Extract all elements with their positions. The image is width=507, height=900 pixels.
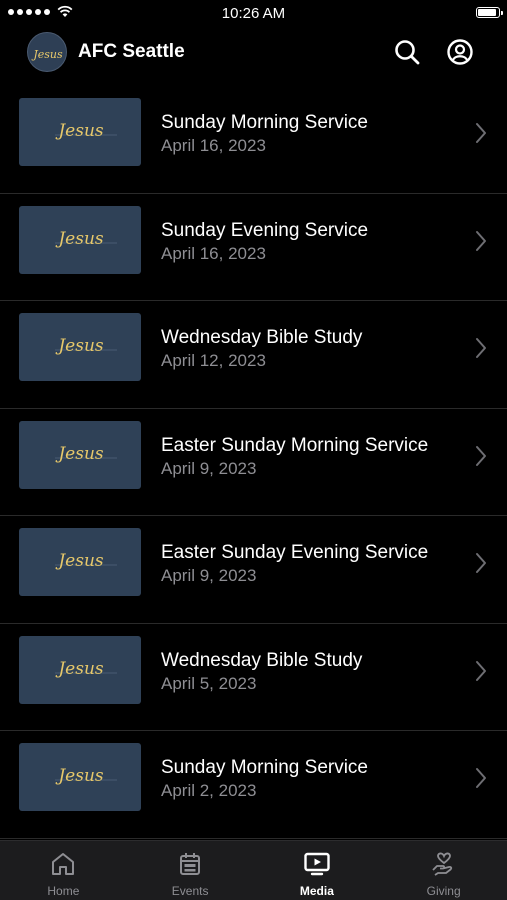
giving-icon xyxy=(431,852,452,876)
thumbnail-script-text: Jesus xyxy=(55,551,104,571)
media-list-item[interactable]: Jesus Sunday Evening Service April 16, 202… xyxy=(0,194,507,301)
tab-media[interactable]: Media xyxy=(254,841,381,900)
sermon-thumbnail: Jesus xyxy=(19,420,141,489)
status-bar: 10:26 AM xyxy=(0,0,507,28)
media-title: Sunday Morning Service xyxy=(161,112,368,133)
account-icon[interactable] xyxy=(445,37,475,67)
sermon-thumbnail: Jesus xyxy=(19,528,141,596)
sermon-thumbnail: Jesus xyxy=(19,98,141,166)
chevron-right-icon xyxy=(476,553,486,573)
sermon-thumbnail: Jesus xyxy=(19,205,141,274)
media-list-item[interactable]: Jesus Sunday Morning Service April 16, 202… xyxy=(0,86,507,194)
chevron-right-icon xyxy=(476,445,486,466)
tab-label-events: Events xyxy=(171,884,209,898)
home-icon xyxy=(52,853,75,875)
media-list-item[interactable]: Jesus Easter Sunday Evening Service April … xyxy=(0,516,507,624)
chevron-right-icon xyxy=(476,230,486,251)
thumbnail-script-text: Jesus xyxy=(55,444,104,464)
chevron-right-icon xyxy=(476,660,486,681)
battery-icon xyxy=(476,7,503,18)
media-date: April 16, 2023 xyxy=(161,136,266,155)
sermon-thumbnail: Jesus xyxy=(19,743,141,811)
media-date: April 9, 2023 xyxy=(161,458,257,478)
thumbnail-script-text: Jesus xyxy=(55,229,104,249)
thumbnail-script-text: Jesus xyxy=(55,659,104,679)
media-date: April 16, 2023 xyxy=(161,243,266,263)
media-list-item[interactable]: Jesus Wednesday Bible Study April 12, 2023 xyxy=(0,301,507,409)
tab-label-home: Home xyxy=(47,884,80,898)
tab-label-giving: Giving xyxy=(426,884,461,898)
calendar-icon xyxy=(180,853,201,875)
status-time: 10:26 AM xyxy=(221,5,286,22)
sermon-thumbnail: Jesus xyxy=(19,635,141,704)
media-title: Wednesday Bible Study xyxy=(161,649,363,671)
media-title: Sunday Morning Service xyxy=(161,757,368,778)
chevron-right-icon xyxy=(476,338,486,358)
chevron-right-icon xyxy=(476,768,486,788)
media-list-item[interactable]: Jesus Easter Sunday Morning Service April … xyxy=(0,409,507,516)
tab-label-media: Media xyxy=(299,884,334,898)
media-title: Easter Sunday Evening Service xyxy=(161,542,429,563)
tab-home[interactable]: Home xyxy=(0,841,127,900)
app-header: Jesus AFC Seattle xyxy=(0,28,507,86)
chevron-right-icon xyxy=(476,123,486,143)
media-title: Easter Sunday Morning Service xyxy=(161,434,429,456)
sermon-thumbnail: Jesus xyxy=(19,313,141,381)
media-list-item[interactable]: Jesus Sunday Morning Service April 2, 2023 xyxy=(0,731,507,839)
search-icon[interactable] xyxy=(392,37,422,67)
media-date: April 2, 2023 xyxy=(161,781,257,800)
thumbnail-script-text: Jesus xyxy=(55,336,104,356)
app-title: AFC Seattle xyxy=(78,41,185,62)
media-list: Jesus Sunday Morning Service April 16, 202… xyxy=(0,86,507,839)
media-date: April 9, 2023 xyxy=(161,566,257,585)
media-list-item[interactable]: Jesus Wednesday Bible Study April 5, 2023 xyxy=(0,624,507,731)
tab-events[interactable]: Events xyxy=(127,841,254,900)
media-title: Wednesday Bible Study xyxy=(161,327,363,348)
tab-bar: Home Events Media Giving xyxy=(0,840,507,900)
svg-text:Jesus: Jesus xyxy=(31,48,63,61)
thumbnail-script-text: Jesus xyxy=(55,766,104,786)
media-date: April 12, 2023 xyxy=(161,351,266,370)
media-title: Sunday Evening Service xyxy=(161,219,369,241)
church-logo: Jesus xyxy=(27,32,67,72)
media-icon xyxy=(304,852,330,876)
tab-giving[interactable]: Giving xyxy=(380,841,507,900)
thumbnail-script-text: Jesus xyxy=(55,121,104,141)
media-date: April 5, 2023 xyxy=(161,673,257,693)
